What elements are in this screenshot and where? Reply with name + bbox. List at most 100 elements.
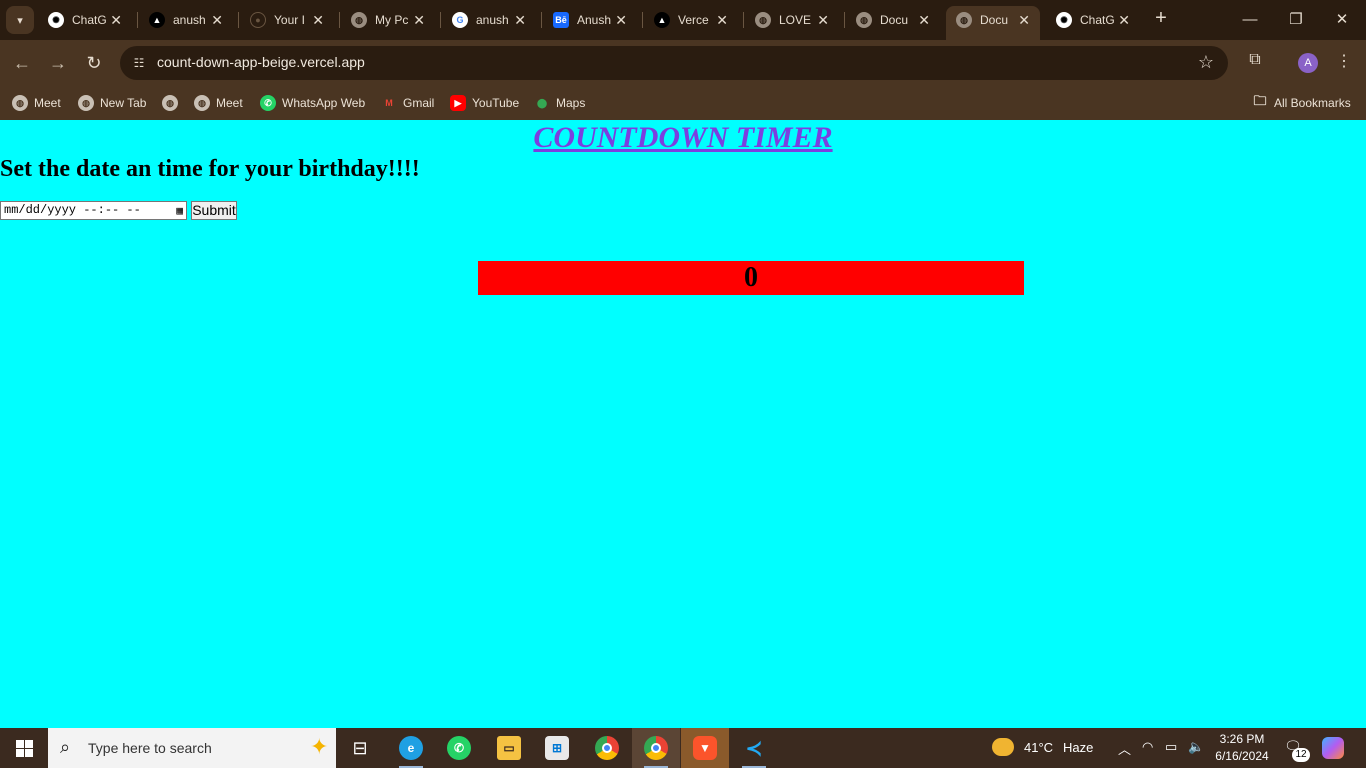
volume-icon[interactable]: 🔈 bbox=[1188, 739, 1204, 755]
taskbar-vscode[interactable]: ≺ bbox=[730, 728, 778, 768]
site-settings-icon[interactable]: ☷ bbox=[130, 54, 148, 72]
tab-search-button[interactable]: ▾ bbox=[6, 6, 34, 34]
bookmark-gmail[interactable]: M Gmail bbox=[381, 92, 434, 114]
close-tab-icon[interactable]: ✕ bbox=[211, 12, 223, 29]
chatgpt-icon: ✺ bbox=[48, 12, 64, 28]
clock-time: 3:26 PM bbox=[1219, 732, 1265, 746]
chevron-down-icon: ▾ bbox=[17, 14, 23, 27]
close-tab-icon[interactable]: ✕ bbox=[514, 12, 526, 29]
minimize-button[interactable]: — bbox=[1238, 8, 1262, 32]
close-window-button[interactable]: ✕ bbox=[1330, 8, 1354, 32]
task-view-button[interactable]: ⊟ bbox=[336, 728, 384, 768]
tab-chatgpt-2[interactable]: ✺ ChatG ✕ bbox=[1046, 6, 1140, 34]
tab-separator bbox=[440, 12, 441, 28]
globe-icon: ◍ bbox=[194, 95, 210, 111]
tab-behance[interactable]: Bē Anush ✕ bbox=[543, 6, 637, 34]
globe-icon: ◍ bbox=[856, 12, 872, 28]
restore-button[interactable]: ❐ bbox=[1284, 8, 1308, 32]
bookmark-untitled[interactable]: ◍ bbox=[162, 92, 184, 114]
search-icon: ⌕ bbox=[60, 737, 71, 757]
extensions-puzzle-icon[interactable]: ⧉ bbox=[1244, 51, 1266, 69]
windows-taskbar: ⌕ Type here to search ✦ ⊟ e ✆ ▭ ⊞ ▼ ≺ 41… bbox=[0, 728, 1366, 768]
globe-icon: ◍ bbox=[162, 95, 178, 111]
copilot-icon[interactable] bbox=[1322, 737, 1344, 759]
close-tab-icon[interactable]: ✕ bbox=[1018, 12, 1030, 29]
kebab-menu-icon[interactable]: ⋮ bbox=[1336, 51, 1352, 71]
brave-icon: ▼ bbox=[693, 736, 717, 760]
chrome-profile-icon bbox=[644, 736, 668, 760]
reload-icon: ↻ bbox=[86, 53, 102, 73]
tab-love[interactable]: ◍ LOVE ✕ bbox=[745, 6, 839, 34]
clock-date: 6/16/2024 bbox=[1215, 749, 1269, 763]
close-tab-icon[interactable]: ✕ bbox=[615, 12, 627, 29]
tab-document-1[interactable]: ◍ Docu ✕ bbox=[846, 6, 940, 34]
reload-button[interactable]: ↻ bbox=[82, 51, 106, 75]
bookmark-star-icon[interactable]: ☆ bbox=[1198, 52, 1214, 73]
new-tab-button[interactable]: + bbox=[1150, 8, 1172, 30]
gmail-icon: M bbox=[385, 98, 393, 108]
calendar-icon[interactable]: ▦ bbox=[176, 204, 183, 221]
tab-vercel-anush[interactable]: ▲ anush ✕ bbox=[139, 6, 233, 34]
tab-separator bbox=[844, 12, 845, 28]
taskbar-edge[interactable]: e bbox=[387, 728, 435, 768]
tab-google-anush[interactable]: G anush ✕ bbox=[442, 6, 536, 34]
taskbar-search-box[interactable]: ⌕ Type here to search ✦ bbox=[48, 728, 336, 768]
close-tab-icon[interactable]: ✕ bbox=[1118, 12, 1130, 29]
bookmark-maps[interactable]: ⬤ Maps bbox=[534, 92, 585, 114]
whatsapp-icon: ✆ bbox=[260, 95, 276, 111]
tab-document-active[interactable]: ◍ Docu ✕ bbox=[946, 6, 1040, 40]
wifi-icon[interactable]: ◠ bbox=[1142, 739, 1153, 755]
close-tab-icon[interactable]: ✕ bbox=[413, 12, 425, 29]
behance-icon: Bē bbox=[553, 12, 569, 28]
profile-avatar[interactable]: A bbox=[1298, 53, 1318, 73]
taskbar-chrome-profile[interactable] bbox=[632, 728, 680, 768]
submit-button[interactable]: Submit bbox=[191, 201, 237, 220]
bookmark-youtube[interactable]: ▶ YouTube bbox=[450, 92, 519, 114]
vscode-icon: ≺ bbox=[745, 737, 763, 760]
tab-separator bbox=[137, 12, 138, 28]
close-tab-icon[interactable]: ✕ bbox=[312, 12, 324, 29]
taskbar-clock[interactable]: 3:26 PM 6/16/2024 bbox=[1214, 731, 1270, 765]
close-tab-icon[interactable]: ✕ bbox=[817, 12, 829, 29]
back-button[interactable]: ← bbox=[10, 51, 34, 75]
datetime-input[interactable]: mm/dd/yyyy --:-- -- ▦ bbox=[0, 201, 187, 220]
taskbar-brave[interactable]: ▼ bbox=[681, 728, 729, 768]
weather-temperature: 41°C bbox=[1024, 739, 1054, 755]
minimize-icon: — bbox=[1242, 11, 1258, 28]
tab-my-portfolio[interactable]: ◍ My Pc ✕ bbox=[341, 6, 435, 34]
chevron-up-icon[interactable]: ︿ bbox=[1118, 739, 1131, 758]
arrow-left-icon: ← bbox=[13, 53, 31, 73]
whatsapp-icon: ✆ bbox=[447, 736, 471, 760]
battery-icon[interactable]: ▭ bbox=[1165, 739, 1177, 755]
bookmark-new-tab[interactable]: ◍ New Tab bbox=[78, 92, 146, 114]
bookmark-meet-2[interactable]: ◍ Meet bbox=[194, 92, 243, 114]
google-icon: G bbox=[452, 12, 468, 28]
folder-icon: ▭ bbox=[497, 736, 521, 760]
tab-separator bbox=[238, 12, 239, 28]
tab-vercel[interactable]: ▲ Verce ✕ bbox=[644, 6, 738, 34]
taskbar-chrome[interactable] bbox=[583, 728, 631, 768]
taskbar-file-explorer[interactable]: ▭ bbox=[485, 728, 533, 768]
countdown-display: 0 bbox=[478, 261, 1024, 295]
notification-count-badge: 12 bbox=[1292, 748, 1310, 762]
taskbar-store[interactable]: ⊞ bbox=[533, 728, 581, 768]
address-bar[interactable]: ☷ count-down-app-beige.vercel.app ☆ bbox=[120, 46, 1228, 80]
windows-logo-icon bbox=[15, 739, 33, 757]
tab-github[interactable]: ● Your I ✕ bbox=[240, 6, 334, 34]
tab-strip: ▾ ✺ ChatG ✕ ▲ anush ✕ ● Your I ✕ ◍ My Pc… bbox=[0, 0, 1366, 40]
bookmark-whatsapp[interactable]: ✆ WhatsApp Web bbox=[260, 92, 365, 114]
bookmark-meet-1[interactable]: ◍ Meet bbox=[12, 92, 61, 114]
youtube-icon: ▶ bbox=[450, 95, 466, 111]
arrow-right-icon: → bbox=[49, 53, 67, 73]
globe-icon: ◍ bbox=[78, 95, 94, 111]
url-text[interactable]: count-down-app-beige.vercel.app bbox=[157, 54, 365, 70]
taskbar-whatsapp[interactable]: ✆ bbox=[435, 728, 483, 768]
close-tab-icon[interactable]: ✕ bbox=[716, 12, 728, 29]
forward-button[interactable]: → bbox=[46, 51, 70, 75]
all-bookmarks-button[interactable]: 🗀 All Bookmarks bbox=[1252, 92, 1350, 114]
close-tab-icon[interactable]: ✕ bbox=[918, 12, 930, 29]
close-tab-icon[interactable]: ✕ bbox=[110, 12, 122, 29]
tab-chatgpt-1[interactable]: ✺ ChatG ✕ bbox=[38, 6, 132, 34]
start-button[interactable] bbox=[0, 728, 48, 768]
weather-widget[interactable]: 41°C Haze bbox=[992, 738, 1093, 756]
